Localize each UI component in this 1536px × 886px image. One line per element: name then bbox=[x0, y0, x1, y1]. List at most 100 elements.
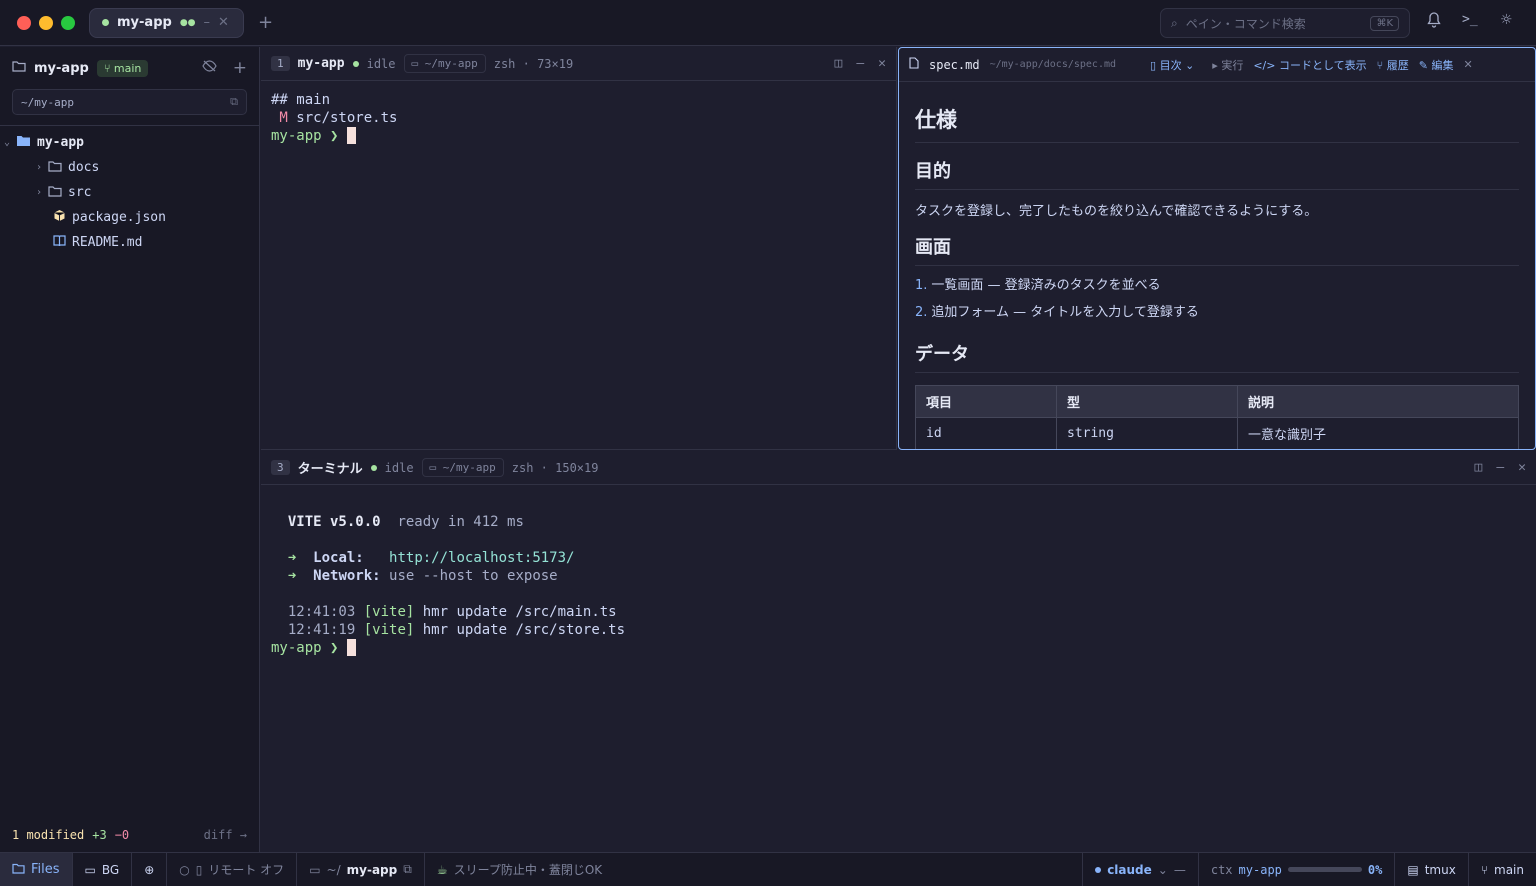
log-tag: [vite] bbox=[363, 622, 415, 638]
run-label: 実行 bbox=[1221, 58, 1244, 72]
status-dot-icon bbox=[352, 60, 359, 67]
command-search[interactable]: ⌕ ペイン・コマンド検索 ⌘K bbox=[1160, 8, 1410, 38]
copy-icon[interactable]: ⧉ bbox=[403, 862, 412, 877]
status-bar: Files ▭ BG ⊕ ○ ▯ リモート オフ ▭ ~/ my-app ⧉ ☕… bbox=[0, 852, 1536, 886]
branch-button[interactable]: ⑂ main bbox=[1469, 853, 1536, 886]
tmux-icon: ▤ bbox=[1407, 862, 1419, 877]
radio-off-icon: ○ bbox=[179, 862, 190, 877]
copy-icon[interactable]: ⧉ bbox=[230, 95, 238, 109]
close-icon[interactable]: ✕ bbox=[878, 56, 886, 71]
tree-item-docs[interactable]: › docs bbox=[0, 155, 259, 180]
theme-sun-icon[interactable]: ☼ bbox=[1500, 12, 1513, 28]
zoom-window-button[interactable] bbox=[61, 15, 75, 30]
bg-button[interactable]: ▭ BG bbox=[73, 853, 133, 886]
shell-prompt: my-app ❯ bbox=[271, 128, 347, 144]
terminal-output[interactable]: ## main M src/store.ts my-app ❯ bbox=[261, 81, 896, 155]
path-app: my-app bbox=[346, 862, 398, 877]
md-heading-screen: 画面 bbox=[915, 233, 1519, 266]
close-icon[interactable]: ✕ bbox=[1463, 58, 1472, 71]
tmux-label: tmux bbox=[1424, 862, 1456, 877]
sidebar-header: my-app ⑂ main + bbox=[0, 47, 259, 89]
folder-icon bbox=[48, 185, 62, 201]
git-status-line: M bbox=[271, 110, 288, 126]
file-name: spec.md bbox=[929, 57, 980, 72]
pane-number: 1 bbox=[271, 56, 290, 71]
terminal-pane-3[interactable]: 3 ターミナル idle ▭ ~/my-app zsh · 150×19 ◫ –… bbox=[261, 451, 1536, 852]
pane-path-chip[interactable]: ▭ ~/my-app bbox=[403, 54, 486, 73]
markdown-body: 仕様 目的 タスクを登録し、完了したものを絞り込んで確認できるようにする。 画面… bbox=[899, 82, 1535, 449]
terminal-output[interactable]: VITE v5.0.0 ready in 412 ms ➜ Local: htt… bbox=[261, 485, 1536, 667]
minimize-icon[interactable]: – bbox=[856, 56, 864, 71]
sleep-indicator[interactable]: ☕ スリープ防止中・蓋閉じOK bbox=[425, 853, 614, 886]
history-button[interactable]: ⑂ 履歴 bbox=[1377, 57, 1409, 73]
phone-icon: ▯ bbox=[195, 862, 203, 877]
tree-item-root[interactable]: ⌄ my-app bbox=[0, 130, 259, 155]
terminal-icon[interactable]: >_ bbox=[1462, 12, 1478, 27]
globe-icon: ⊕ bbox=[144, 862, 155, 877]
close-icon[interactable]: ✕ bbox=[1518, 460, 1526, 475]
ctx-app: my-app bbox=[1238, 862, 1282, 877]
terminal-cursor bbox=[346, 127, 356, 144]
local-url[interactable]: http://localhost:5173/ bbox=[389, 550, 574, 566]
close-tab-icon[interactable]: ✕ bbox=[218, 15, 229, 30]
local-label: Local: bbox=[313, 550, 364, 566]
minimize-icon[interactable]: – bbox=[1496, 460, 1504, 475]
new-tab-icon[interactable]: + bbox=[258, 12, 273, 33]
bell-icon[interactable] bbox=[1427, 12, 1441, 32]
tree-item-label: src bbox=[68, 185, 92, 200]
git-summary: 1 modified +3 −0 diff → bbox=[12, 828, 247, 842]
md-table: 項目 型 説明 id string 一意な識別子 bbox=[915, 385, 1519, 449]
remote-label: リモート オフ bbox=[208, 863, 285, 877]
hide-eye-icon[interactable] bbox=[202, 60, 217, 76]
run-button[interactable]: ▸ 実行 bbox=[1212, 57, 1243, 73]
vite-version: VITE v5.0.0 bbox=[287, 514, 381, 530]
table-header: 説明 bbox=[1237, 385, 1519, 418]
agent-label: claude bbox=[1107, 862, 1152, 877]
path-root: ~/ bbox=[326, 862, 341, 877]
package-icon bbox=[53, 209, 66, 226]
files-label: Files bbox=[31, 862, 60, 877]
diff-link[interactable]: diff → bbox=[204, 828, 247, 842]
close-window-button[interactable] bbox=[17, 15, 31, 30]
tmux-button[interactable]: ▤ tmux bbox=[1395, 853, 1469, 886]
split-icon[interactable]: ◫ bbox=[1475, 460, 1483, 475]
tree-item-package-json[interactable]: package.json bbox=[0, 205, 259, 230]
tree-item-readme[interactable]: README.md bbox=[0, 230, 259, 255]
git-branch-icon: ⑂ bbox=[1480, 862, 1489, 877]
md-paragraph: タスクを登録し、完了したものを絞り込んで確認できるようにする。 bbox=[915, 204, 1318, 219]
path-label: ~/my-app bbox=[21, 95, 74, 109]
coffee-icon: ☕ bbox=[436, 862, 448, 877]
files-button[interactable]: Files bbox=[0, 853, 73, 886]
edit-button[interactable]: ✎ 編集 bbox=[1419, 57, 1454, 73]
agent-selector[interactable]: claude ⌄ — bbox=[1082, 853, 1199, 886]
list-item-text: 一覧画面 — 登録済みのタスクを並べる bbox=[931, 278, 1161, 293]
title-bar: my-app ●● – ✕ + ⌕ ペイン・コマンド検索 ⌘K >_ ☼ bbox=[0, 0, 1536, 46]
globe-button[interactable]: ⊕ bbox=[132, 853, 168, 886]
minimize-window-button[interactable] bbox=[39, 15, 53, 30]
md-heading-purpose: 目的 bbox=[915, 157, 1519, 190]
path-field[interactable]: ~/my-app ⧉ bbox=[12, 89, 247, 115]
workspace-tab[interactable]: my-app ●● – ✕ bbox=[89, 7, 244, 38]
pane-state: idle bbox=[366, 56, 396, 71]
toc-label: 目次 bbox=[1159, 58, 1182, 72]
toc-button[interactable]: ▯ 目次 ⌄ bbox=[1150, 57, 1194, 73]
list-item: 1. 一覧画面 — 登録済みのタスクを並べる bbox=[915, 278, 1161, 293]
minimize-tab-icon[interactable]: – bbox=[204, 15, 211, 30]
chevron-down-icon: ⌄ bbox=[1157, 862, 1168, 877]
markdown-preview-pane[interactable]: spec.md ~/my-app/docs/spec.md ▯ 目次 ⌄ ▸ 実… bbox=[898, 47, 1536, 450]
pane-shell-info: zsh · 73×19 bbox=[493, 56, 574, 71]
pane-name: ターミナル bbox=[297, 462, 363, 477]
terminal-pane-1[interactable]: 1 my-app idle ▭ ~/my-app zsh · 73×19 ◫ –… bbox=[261, 47, 897, 450]
table-cell: id bbox=[915, 417, 1057, 449]
path-indicator[interactable]: ▭ ~/ my-app ⧉ bbox=[297, 853, 425, 886]
pane-path-chip[interactable]: ▭ ~/my-app bbox=[421, 458, 504, 477]
table-header: 型 bbox=[1056, 385, 1238, 418]
split-icon[interactable]: ◫ bbox=[835, 56, 843, 71]
tree-item-src[interactable]: › src bbox=[0, 180, 259, 205]
add-icon[interactable]: + bbox=[233, 58, 247, 78]
log-time: 12:41:03 bbox=[287, 604, 356, 620]
remote-toggle[interactable]: ○ ▯ リモート オフ bbox=[167, 853, 298, 886]
table-row: id string 一意な識別子 bbox=[915, 417, 1519, 449]
code-view-button[interactable]: </> コードとして表示 bbox=[1253, 57, 1366, 73]
pane-state: idle bbox=[384, 460, 414, 475]
